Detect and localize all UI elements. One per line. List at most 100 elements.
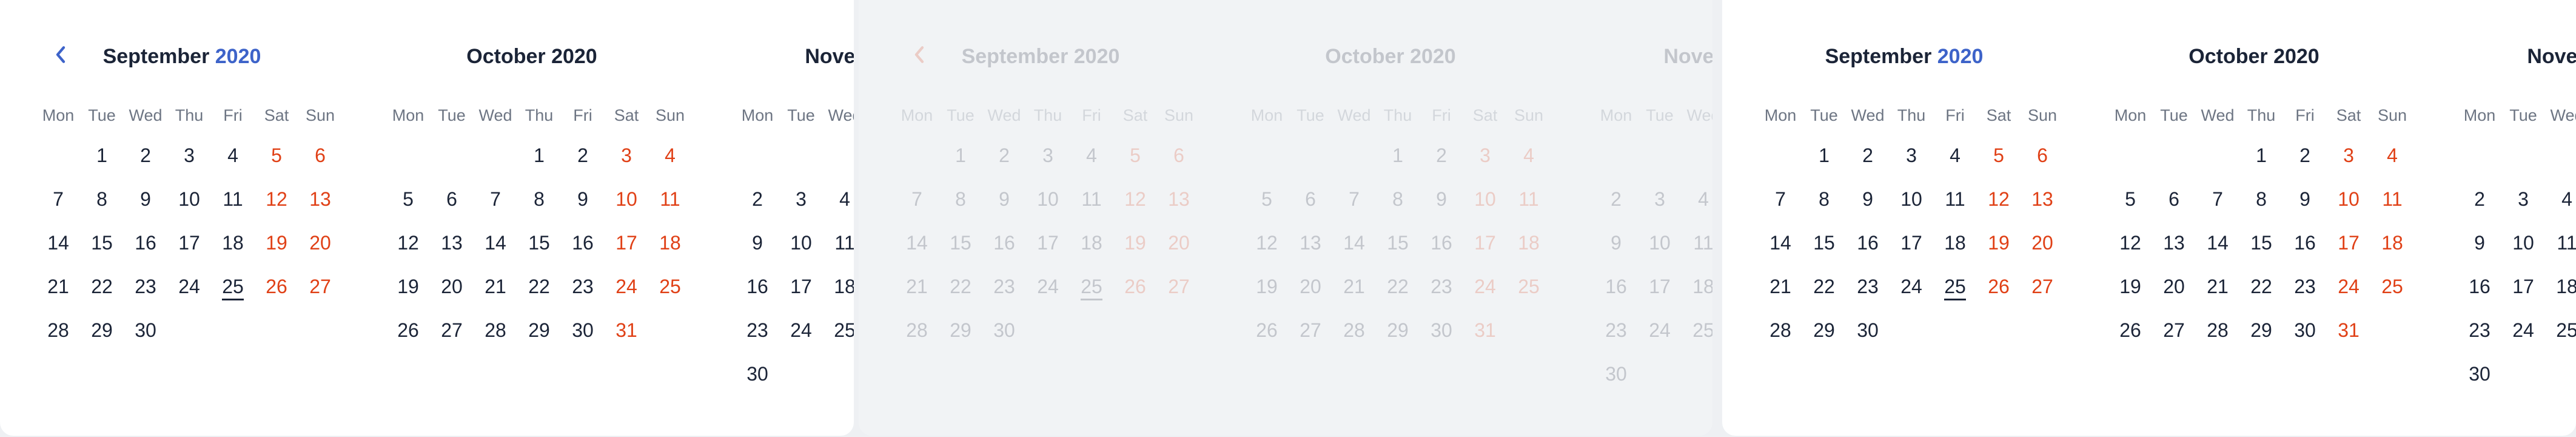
day-cell[interactable]: 17 (1463, 221, 1507, 265)
day-cell[interactable]: 30 (124, 308, 167, 352)
day-cell[interactable]: 22 (2239, 265, 2283, 308)
day-cell[interactable]: 4 (1933, 134, 1977, 177)
day-cell[interactable]: 17 (1890, 221, 1933, 265)
day-cell[interactable]: 10 (605, 177, 648, 221)
day-cell[interactable]: 16 (1420, 221, 1463, 265)
day-cell[interactable]: 7 (1332, 177, 1376, 221)
day-cell[interactable]: 2 (982, 134, 1026, 177)
day-cell[interactable]: 5 (2108, 177, 2152, 221)
day-cell[interactable]: 15 (1376, 221, 1420, 265)
day-cell[interactable]: 8 (517, 177, 561, 221)
day-cell[interactable]: 31 (1463, 308, 1507, 352)
day-cell[interactable]: 29 (80, 308, 124, 352)
day-cell[interactable]: 7 (895, 177, 939, 221)
day-cell[interactable]: 23 (736, 308, 779, 352)
day-cell[interactable]: 30 (2458, 352, 2501, 396)
day-cell[interactable]: 29 (517, 308, 561, 352)
day-cell[interactable]: 9 (1594, 221, 1638, 265)
day-cell[interactable]: 26 (1245, 308, 1289, 352)
day-cell[interactable]: 14 (36, 221, 80, 265)
day-cell[interactable]: 15 (1802, 221, 1846, 265)
day-cell[interactable]: 16 (1846, 221, 1890, 265)
day-cell[interactable]: 19 (1245, 265, 1289, 308)
day-cell[interactable]: 7 (1759, 177, 1802, 221)
day-cell[interactable]: 2 (2283, 134, 2327, 177)
day-cell[interactable]: 13 (298, 177, 342, 221)
day-cell[interactable]: 13 (2021, 177, 2064, 221)
day-cell[interactable]: 3 (779, 177, 823, 221)
day-cell[interactable]: 22 (517, 265, 561, 308)
day-cell[interactable]: 10 (2501, 221, 2545, 265)
day-cell[interactable]: 11 (1682, 221, 1712, 265)
day-cell[interactable]: 4 (823, 177, 854, 221)
day-cell[interactable]: 3 (1026, 134, 1070, 177)
day-cell[interactable]: 29 (939, 308, 982, 352)
day-cell[interactable]: 29 (1802, 308, 1846, 352)
day-cell[interactable]: 18 (1682, 265, 1712, 308)
day-cell[interactable]: 9 (124, 177, 167, 221)
day-cell[interactable]: 1 (939, 134, 982, 177)
day-cell[interactable]: 22 (1802, 265, 1846, 308)
day-cell[interactable]: 30 (2283, 308, 2327, 352)
day-cell[interactable]: 5 (386, 177, 430, 221)
day-cell[interactable]: 10 (1638, 221, 1682, 265)
day-cell[interactable]: 8 (2239, 177, 2283, 221)
day-cell[interactable]: 2 (1420, 134, 1463, 177)
day-cell[interactable]: 26 (2108, 308, 2152, 352)
day-cell[interactable]: 9 (1846, 177, 1890, 221)
day-cell[interactable]: 5 (255, 134, 298, 177)
day-cell[interactable]: 8 (80, 177, 124, 221)
day-cell[interactable]: 25 (823, 308, 854, 352)
day-cell[interactable]: 2 (736, 177, 779, 221)
day-cell[interactable]: 13 (2152, 221, 2196, 265)
day-cell[interactable]: 28 (1332, 308, 1376, 352)
day-cell[interactable]: 24 (779, 308, 823, 352)
day-cell[interactable]: 20 (298, 221, 342, 265)
day-cell[interactable]: 10 (2327, 177, 2370, 221)
day-cell[interactable]: 11 (1507, 177, 1551, 221)
day-cell[interactable]: 16 (982, 221, 1026, 265)
day-cell[interactable]: 17 (605, 221, 648, 265)
day-cell[interactable]: 17 (167, 221, 211, 265)
day-cell[interactable]: 18 (1933, 221, 1977, 265)
day-cell[interactable]: 12 (1113, 177, 1157, 221)
day-cell[interactable]: 4 (648, 134, 692, 177)
prev-month-button[interactable] (907, 35, 931, 78)
day-cell[interactable]: 21 (1332, 265, 1376, 308)
day-cell[interactable]: 18 (211, 221, 255, 265)
day-cell[interactable]: 22 (1376, 265, 1420, 308)
day-cell[interactable]: 24 (1463, 265, 1507, 308)
day-cell[interactable]: 18 (648, 221, 692, 265)
day-cell[interactable]: 10 (1463, 177, 1507, 221)
day-cell[interactable]: 9 (561, 177, 605, 221)
day-cell[interactable]: 12 (255, 177, 298, 221)
day-cell-today[interactable]: 25 (1070, 265, 1113, 308)
day-cell[interactable]: 12 (386, 221, 430, 265)
day-cell-today[interactable]: 25 (211, 265, 255, 308)
day-cell[interactable]: 3 (167, 134, 211, 177)
day-cell[interactable]: 21 (474, 265, 517, 308)
day-cell[interactable]: 14 (1759, 221, 1802, 265)
day-cell[interactable]: 27 (298, 265, 342, 308)
day-cell[interactable]: 15 (2239, 221, 2283, 265)
day-cell[interactable]: 12 (1977, 177, 2021, 221)
day-cell[interactable]: 23 (1420, 265, 1463, 308)
day-cell[interactable]: 6 (2152, 177, 2196, 221)
day-cell[interactable]: 22 (80, 265, 124, 308)
day-cell[interactable]: 20 (430, 265, 474, 308)
day-cell[interactable]: 4 (1507, 134, 1551, 177)
day-cell[interactable]: 29 (2239, 308, 2283, 352)
day-cell[interactable]: 28 (1759, 308, 1802, 352)
day-cell[interactable]: 24 (605, 265, 648, 308)
day-cell[interactable]: 4 (211, 134, 255, 177)
day-cell[interactable]: 10 (779, 221, 823, 265)
day-cell[interactable]: 2 (2458, 177, 2501, 221)
day-cell[interactable]: 19 (386, 265, 430, 308)
day-cell[interactable]: 23 (982, 265, 1026, 308)
day-cell[interactable]: 16 (1594, 265, 1638, 308)
day-cell[interactable]: 19 (2108, 265, 2152, 308)
day-cell[interactable]: 27 (1157, 265, 1201, 308)
day-cell[interactable]: 16 (2458, 265, 2501, 308)
day-cell[interactable]: 9 (1420, 177, 1463, 221)
day-cell[interactable]: 30 (1846, 308, 1890, 352)
